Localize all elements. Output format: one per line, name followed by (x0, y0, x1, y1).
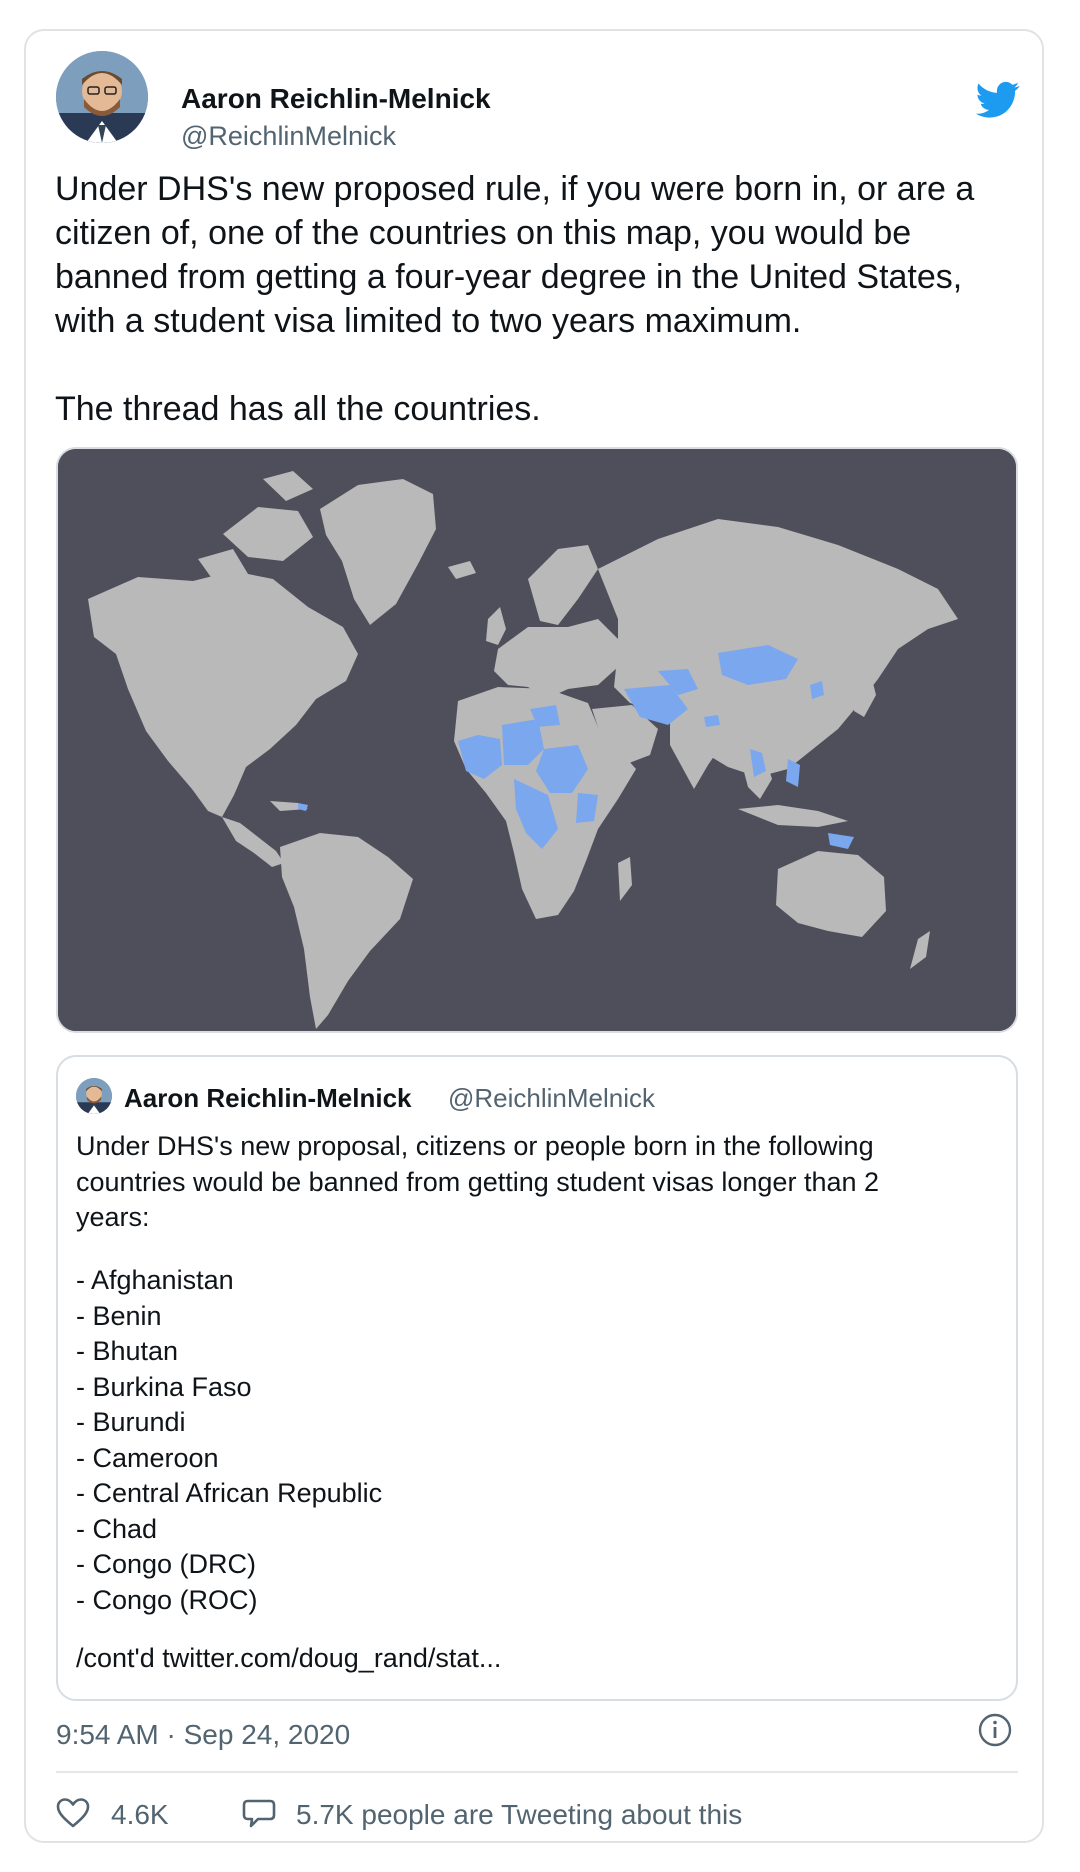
quoted-avatar[interactable] (76, 1078, 112, 1114)
tweet-timestamp[interactable]: 9:54 AM · Sep 24, 2020 (56, 1719, 350, 1751)
list-item: - Afghanistan (76, 1265, 234, 1295)
quoted-tweet[interactable]: Aaron Reichlin-Melnick @ReichlinMelnick … (56, 1055, 1018, 1701)
world-map-image[interactable] (56, 447, 1018, 1033)
quoted-author-handle[interactable]: @ReichlinMelnick (448, 1083, 655, 1114)
divider (56, 1771, 1018, 1773)
tweet-card: Aaron Reichlin-Melnick @ReichlinMelnick … (24, 29, 1044, 1843)
twitter-bird-icon[interactable] (976, 81, 1020, 119)
tweeting-about-link[interactable]: 5.7K people are Tweeting about this (296, 1799, 742, 1831)
list-item: - Central African Republic (76, 1478, 383, 1508)
list-item: - Burkina Faso (76, 1371, 252, 1402)
list-item: - Benin (76, 1300, 162, 1331)
like-count[interactable]: 4.6K (111, 1799, 169, 1831)
quoted-intro-text: Under DHS's new proposal, citizens or pe… (76, 1131, 880, 1232)
list-item: - Chad (76, 1513, 158, 1544)
action-bar: 4.6K 5.7K people are Tweeting about this (56, 1789, 1018, 1839)
heart-icon[interactable] (56, 1797, 90, 1829)
info-icon[interactable] (978, 1713, 1012, 1747)
tweet-body: Under DHS's new proposed rule, if you we… (55, 170, 975, 428)
quoted-author-name[interactable]: Aaron Reichlin-Melnick (124, 1083, 412, 1114)
list-item: - Burundi (76, 1407, 186, 1437)
speech-bubble-icon[interactable] (242, 1797, 276, 1829)
country-list: - Afghanistan - Benin - Bhutan - Burkina… (76, 1263, 1006, 1618)
continuation-link[interactable]: /cont'd twitter.com/doug_rand/stat... (76, 1643, 501, 1674)
list-item: - Bhutan (76, 1336, 179, 1366)
list-item: - Congo (DRC) (76, 1549, 257, 1579)
author-name[interactable]: Aaron Reichlin-Melnick (181, 83, 491, 115)
avatar[interactable] (56, 51, 148, 143)
list-item: - Cameroon (76, 1442, 219, 1473)
author-handle[interactable]: @ReichlinMelnick (181, 121, 396, 152)
tweet-header: Aaron Reichlin-Melnick @ReichlinMelnick (56, 51, 1020, 151)
list-item: - Congo (ROC) (76, 1584, 258, 1615)
